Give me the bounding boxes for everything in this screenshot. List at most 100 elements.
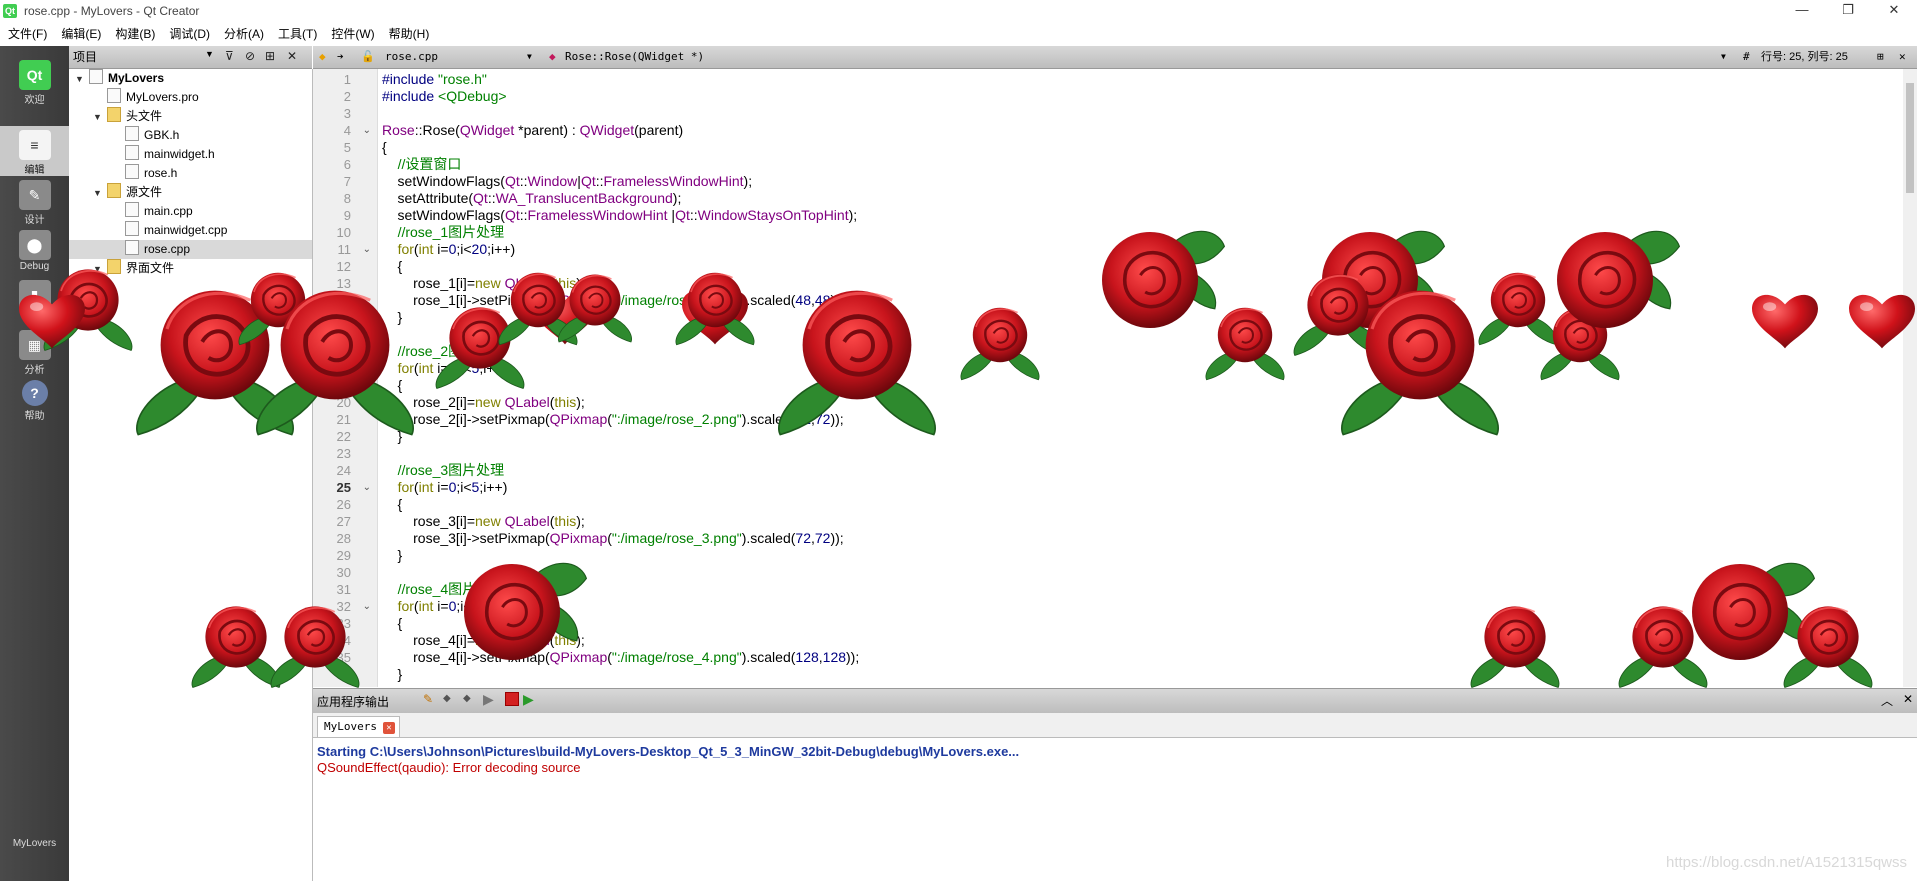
line-number: 10 [336, 225, 351, 240]
line-number: 14 [336, 293, 351, 308]
close-icon[interactable]: ✕ [287, 49, 297, 63]
code-token: rose_4[i]->setPixmap( [382, 649, 550, 665]
expand-arrow-icon[interactable]: ▼ [93, 260, 107, 279]
editor-scrollbar[interactable] [1903, 69, 1917, 687]
code-line: { [382, 496, 403, 513]
symbol-selector[interactable]: Rose::Rose(QWidget *) [565, 49, 704, 65]
project-view-selector[interactable]: 项目 [73, 49, 213, 65]
mode-debug[interactable]: ⬤ Debug [0, 226, 69, 276]
line-number: 24 [336, 463, 351, 478]
watermark: https://blog.csdn.net/A1521315qwss [1666, 854, 1907, 871]
fold-marker-icon[interactable]: ⌄ [363, 479, 371, 496]
line-number: 25 [336, 480, 351, 495]
tree-item[interactable]: ▼ MyLovers [69, 69, 312, 88]
tree-item[interactable]: ▼ 界面文件 [69, 259, 312, 278]
code-line: } [382, 309, 403, 326]
code-line: } [382, 428, 403, 445]
code-token: ":/image/rose_2.png" [611, 411, 742, 427]
restore-button[interactable]: ❐ [1825, 0, 1871, 22]
code-token: rose_3[i]= [382, 513, 475, 529]
run-icon[interactable]: ▶ [483, 691, 494, 708]
back-arrow-icon[interactable]: ◆ [319, 49, 326, 65]
maximize-pane-icon[interactable]: ︿ [1881, 692, 1893, 709]
chevron-down-icon[interactable]: ▼ [205, 49, 214, 59]
tree-item-label: MyLovers.pro [126, 90, 199, 104]
stop-icon[interactable] [505, 692, 519, 706]
mode-analyze[interactable]: ▦ 分析 [0, 326, 69, 376]
folder-icon [107, 259, 121, 274]
fold-marker-icon[interactable]: ⌄ [363, 598, 371, 615]
code-line: #include <QDebug> [382, 88, 507, 105]
attach-debugger-icon[interactable]: ▶ [523, 691, 534, 708]
filter-icon[interactable]: ⊽ [225, 49, 234, 63]
chevron-down-icon[interactable]: ▼ [527, 49, 532, 65]
tree-item[interactable]: rose.cpp [69, 240, 312, 259]
menu-analyze[interactable]: 分析(A) [216, 22, 270, 46]
tree-item[interactable]: MyLovers.pro [69, 88, 312, 107]
code-token: | [667, 207, 676, 223]
tree-item[interactable]: rose.h [69, 164, 312, 183]
code-line: { [382, 377, 403, 394]
close-pane-icon[interactable]: ✕ [1903, 692, 1913, 706]
tree-item[interactable]: mainwidget.cpp [69, 221, 312, 240]
mode-design[interactable]: ✎ 设计 [0, 176, 69, 226]
minimize-button[interactable]: — [1779, 0, 1825, 22]
code-token: 128 [795, 649, 819, 665]
mode-welcome[interactable]: Qt 欢迎 [0, 56, 69, 106]
open-file-selector[interactable]: rose.cpp [385, 49, 438, 65]
code-token: QLabel [504, 632, 550, 648]
menu-help[interactable]: 帮助(H) [381, 22, 436, 46]
tree-item[interactable]: GBK.h [69, 126, 312, 145]
code-token: for [397, 241, 414, 257]
menu-edit[interactable]: 编辑(E) [53, 22, 107, 46]
menu-tools[interactable]: 工具(T) [270, 22, 323, 46]
file-icon [125, 202, 139, 217]
menu-build[interactable]: 构建(B) [107, 22, 161, 46]
code-token: :: [519, 173, 528, 189]
code-token: //rose_4图片处理 [397, 581, 505, 597]
close-editor-icon[interactable]: ✕ [1899, 49, 1906, 65]
close-tab-icon[interactable]: ✕ [382, 722, 395, 734]
line-number: 17 [336, 344, 351, 359]
code-token: ::Rose( [414, 122, 460, 138]
mode-edit[interactable]: ≡ 编辑 [0, 126, 69, 176]
tree-item[interactable]: ▼ 头文件 [69, 107, 312, 126]
line-number: 1 [343, 72, 351, 87]
prev-icon[interactable]: ◆ [443, 693, 451, 704]
code-token: )); [830, 292, 844, 308]
mode-label: Debug [19, 261, 50, 272]
tree-item[interactable]: main.cpp [69, 202, 312, 221]
tree-item-label: rose.h [144, 166, 178, 180]
output-tab[interactable]: MyLovers ✕ [317, 716, 400, 737]
fold-marker-icon[interactable]: ⌄ [363, 241, 371, 258]
fold-marker-icon[interactable]: ⌄ [363, 122, 371, 139]
scrollbar-thumb[interactable] [1906, 83, 1914, 193]
expand-arrow-icon[interactable]: ▼ [93, 184, 107, 203]
menu-file[interactable]: 文件(F) [0, 22, 53, 46]
link-icon[interactable]: ⊘ [245, 49, 255, 63]
code-token: )); [846, 649, 860, 665]
line-number: 22 [336, 429, 351, 444]
tree-item[interactable]: ▼ 源文件 [69, 183, 312, 202]
mode-help[interactable]: ? 帮助 [0, 376, 69, 426]
next-icon[interactable]: ◆ [463, 693, 471, 704]
code-line: rose_3[i]->setPixmap(QPixmap(":/image/ro… [382, 530, 844, 547]
split-icon[interactable]: ⊞ [265, 49, 275, 63]
forward-arrow-icon[interactable]: ➔ [337, 49, 344, 65]
expand-arrow-icon[interactable]: ▼ [93, 108, 107, 127]
analyze-icon: ▦ [18, 330, 51, 360]
kit-selector-label[interactable]: MyLovers [0, 838, 69, 849]
menu-controls[interactable]: 控件(W) [323, 22, 380, 46]
code-token: <QDebug> [438, 88, 507, 104]
split-editor-icon[interactable]: ⊞ [1877, 49, 1884, 65]
mode-label: 帮助 [24, 411, 45, 422]
expand-arrow-icon[interactable]: ▼ [75, 70, 89, 89]
mode-projects[interactable]: ▮ [0, 276, 69, 326]
code-editor[interactable]: #include "rose.h" #include <QDebug> Rose::… [378, 69, 1903, 687]
close-window-button[interactable]: ✕ [1871, 0, 1917, 22]
clear-output-icon[interactable]: ✎ [423, 692, 433, 706]
menu-debug[interactable]: 调试(D) [161, 22, 216, 46]
chevron-down-icon[interactable]: ▼ [1721, 49, 1726, 65]
tree-item[interactable]: mainwidget.h [69, 145, 312, 164]
